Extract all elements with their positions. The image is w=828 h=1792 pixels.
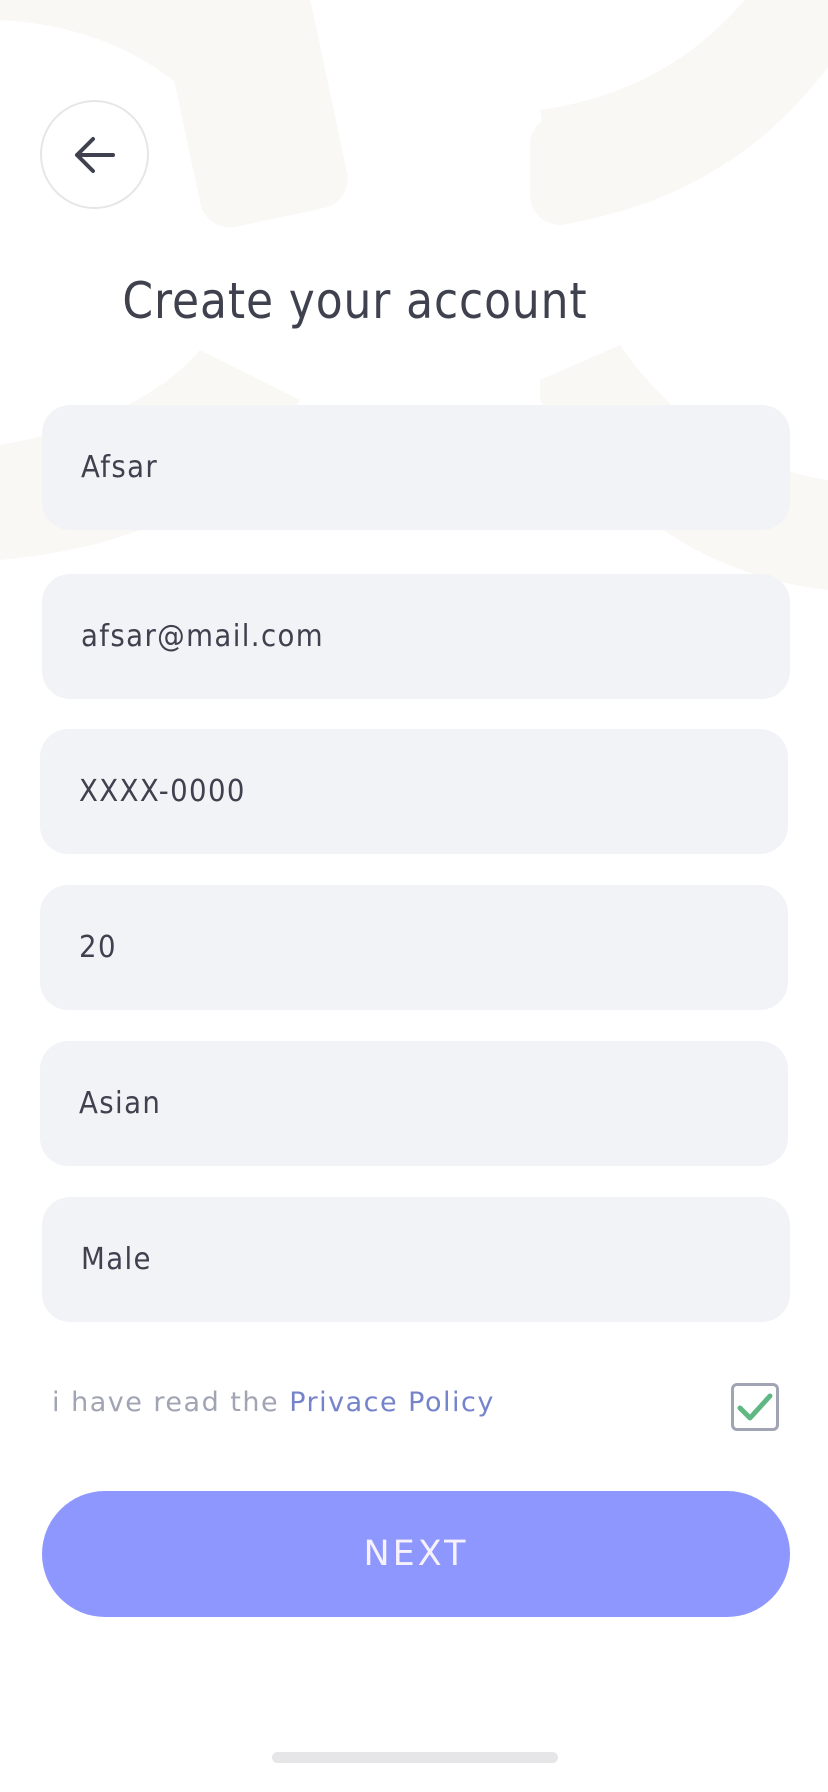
privacy-consent-checkbox[interactable] — [731, 1383, 779, 1431]
email-input[interactable]: afsar@mail.com — [42, 574, 790, 699]
next-button-label: NEXT — [363, 1534, 469, 1574]
home-indicator[interactable] — [272, 1752, 558, 1763]
create-account-screen: Create your account Afsar afsar@mail.com… — [0, 0, 828, 1792]
next-button[interactable]: NEXT — [42, 1491, 790, 1617]
back-button[interactable] — [40, 100, 149, 209]
phone-input[interactable]: XXXX-0000 — [40, 729, 788, 854]
ethnicity-input[interactable]: Asian — [40, 1041, 788, 1166]
age-input[interactable]: 20 — [40, 885, 788, 1010]
phone-input-value: XXXX-0000 — [79, 774, 246, 809]
name-input-value: Afsar — [81, 450, 159, 485]
page-title: Create your account — [122, 272, 588, 330]
name-input[interactable]: Afsar — [42, 405, 790, 530]
privacy-policy-link[interactable]: Privace Policy — [289, 1387, 495, 1418]
gender-input[interactable]: Male — [42, 1197, 790, 1322]
privacy-consent-text: i have read the Privace Policy — [52, 1387, 495, 1418]
privacy-consent-prefix: i have read the — [52, 1387, 290, 1418]
email-input-value: afsar@mail.com — [81, 619, 325, 654]
age-input-value: 20 — [79, 930, 117, 965]
arrow-left-icon — [74, 136, 115, 173]
ethnicity-input-value: Asian — [79, 1086, 162, 1121]
checkmark-icon — [737, 1393, 773, 1421]
gender-input-value: Male — [81, 1242, 152, 1277]
